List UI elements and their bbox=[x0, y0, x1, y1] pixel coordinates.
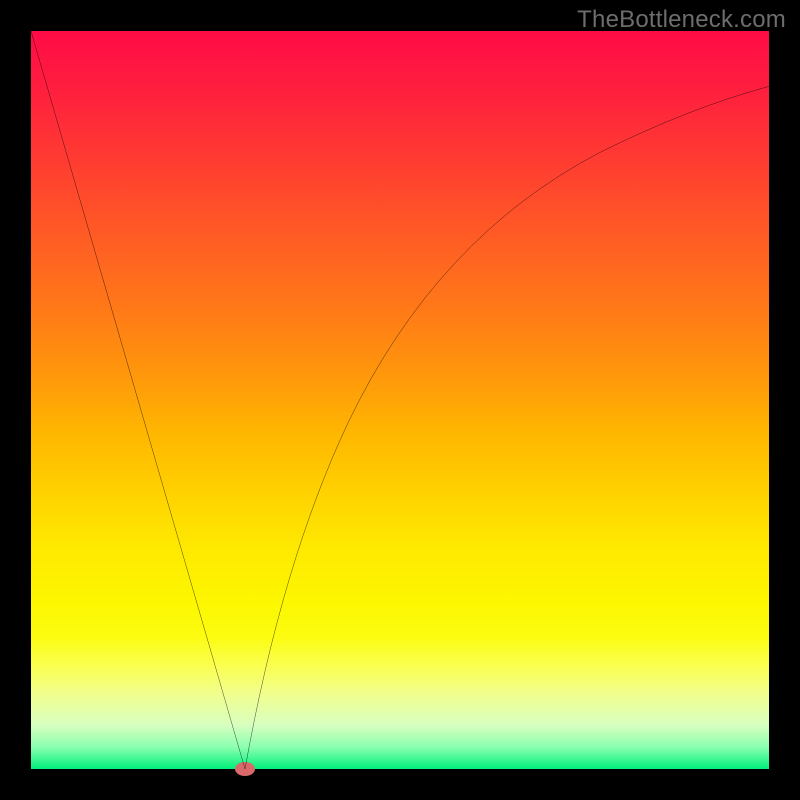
chart-frame: TheBottleneck.com bbox=[0, 0, 800, 800]
curve-left-branch bbox=[31, 31, 245, 769]
curve-right-branch bbox=[245, 86, 769, 769]
watermark-text: TheBottleneck.com bbox=[577, 6, 786, 34]
bottleneck-curve bbox=[31, 31, 769, 769]
plot-area bbox=[31, 31, 769, 769]
